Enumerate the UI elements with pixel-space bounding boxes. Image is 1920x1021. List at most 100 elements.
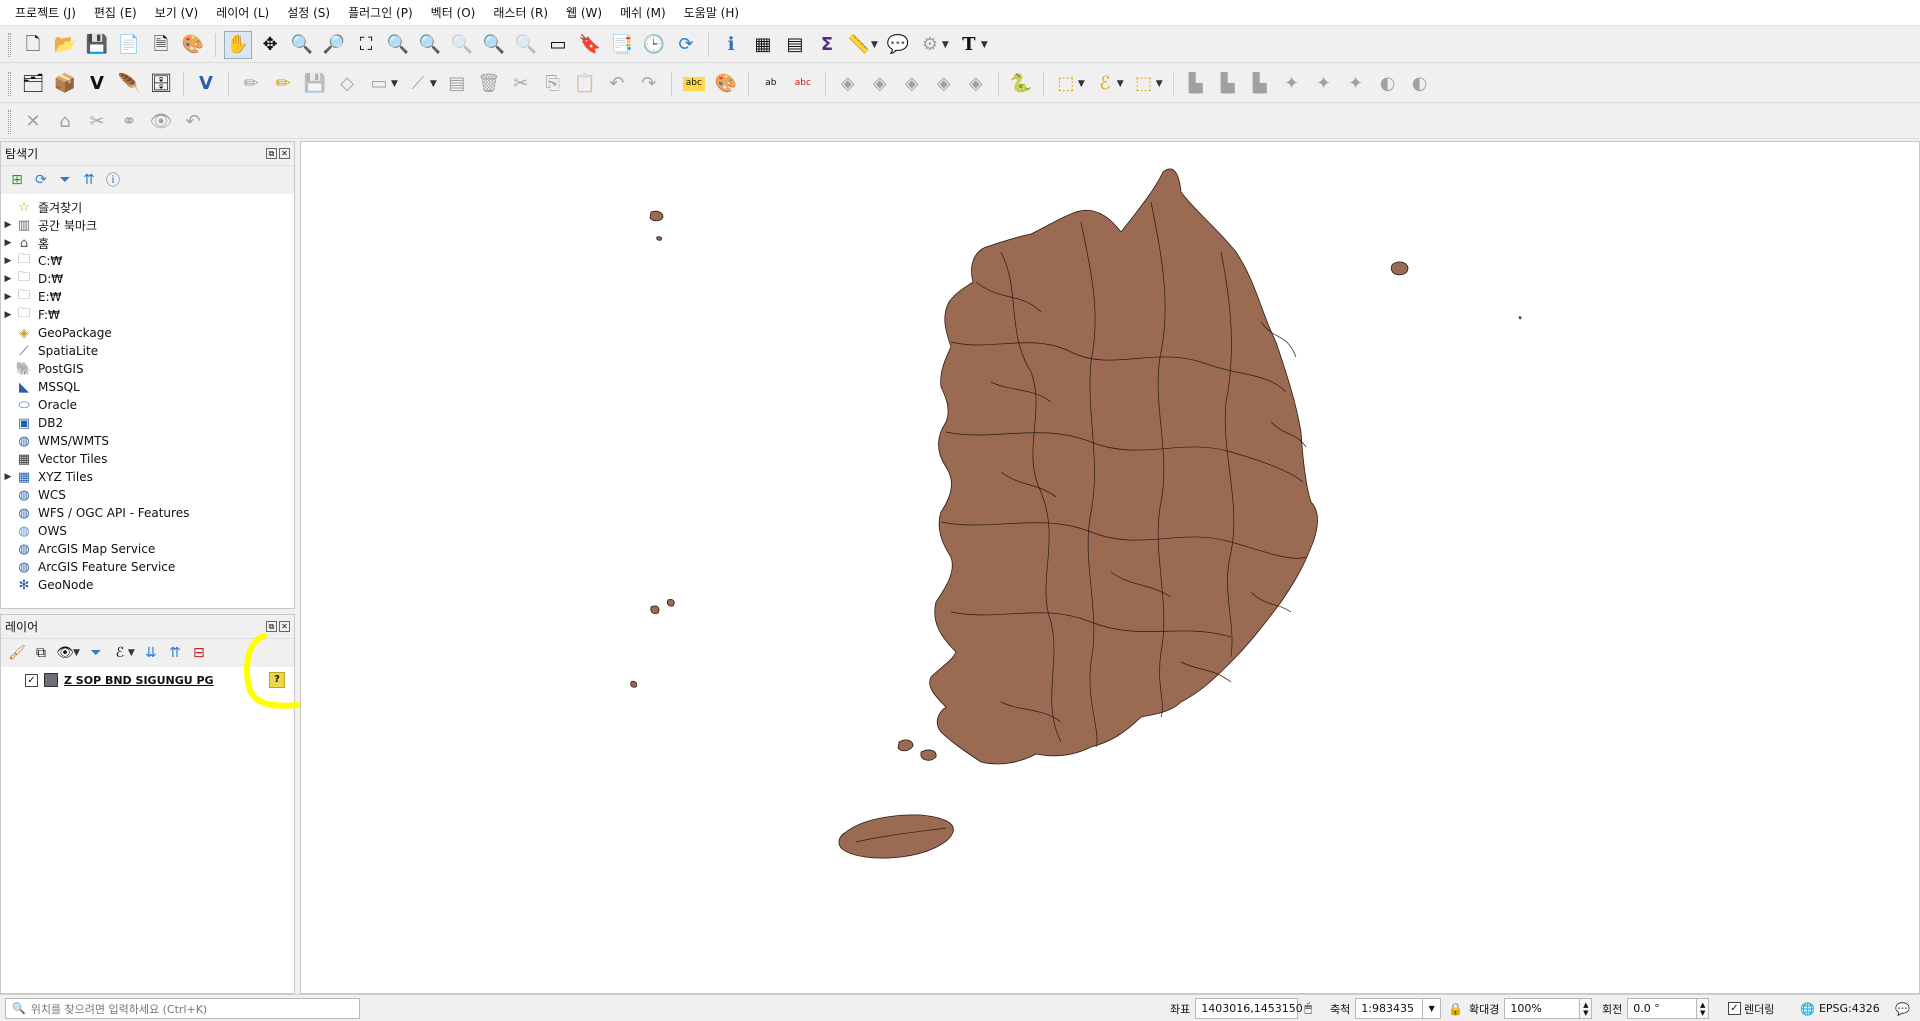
float-panel-icon[interactable]: ⧉ [266, 621, 277, 632]
filter-browser-icon[interactable]: ⏷ [53, 169, 77, 191]
expand-arrow-icon[interactable]: ▶ [1, 310, 15, 320]
filter-legend-icon[interactable]: ⏷ [84, 642, 108, 664]
expand-arrow-icon[interactable]: ▶ [1, 220, 15, 230]
refresh-icon[interactable]: ⟳ [672, 31, 700, 59]
select-by-expression-icon[interactable]: ℰ [1091, 70, 1119, 98]
cut-features-icon[interactable]: ✂ [507, 70, 535, 98]
browser-item[interactable]: ▦ Vector Tiles [1, 450, 294, 468]
zoom-out-icon[interactable]: 🔎 [320, 31, 348, 59]
new-temporary-layer-icon[interactable]: 🗄 [147, 70, 175, 98]
save-project-icon[interactable]: 💾 [83, 31, 111, 59]
new-geopackage-layer-icon[interactable]: 📦 [51, 70, 79, 98]
browser-item[interactable]: ⬭ Oracle [1, 396, 294, 414]
digitizing-tool-1-icon[interactable]: ▙ [1182, 70, 1210, 98]
map-tips-icon[interactable]: 💬 [884, 31, 912, 59]
browser-item[interactable]: ☆ 즐겨찾기 [1, 198, 294, 216]
add-selected-layers-icon[interactable]: ⊞ [5, 169, 29, 191]
digitizing-tool-6-icon[interactable]: ✦ [1342, 70, 1370, 98]
coordinate-field[interactable]: 1403016,1453150 [1195, 998, 1303, 1019]
layout-manager-icon[interactable]: 🗎 [147, 31, 175, 59]
locator-search-input[interactable]: 🔍 위치를 찾으려면 입력하세요 (Ctrl+K) [5, 998, 360, 1019]
digitizing-tool-2-icon[interactable]: ▙ [1214, 70, 1242, 98]
rotation-field[interactable]: 0.0 ° [1627, 998, 1698, 1019]
show-hide-labels-icon[interactable]: ◈ [930, 70, 958, 98]
zoom-to-layer-icon[interactable]: 🔍 [416, 31, 444, 59]
browser-item[interactable]: ◍ WMS/WMTS [1, 432, 294, 450]
expand-arrow-icon[interactable]: ▶ [1, 238, 15, 248]
measure-icon[interactable]: 📏 [845, 31, 873, 59]
float-panel-icon[interactable]: ⧉ [266, 148, 277, 159]
lock-scale-icon[interactable]: 🔒 [1448, 1002, 1463, 1016]
map-canvas[interactable] [300, 141, 1920, 994]
menu-item-2[interactable]: 보기 (V) [146, 4, 207, 21]
merge-features-icon[interactable]: ⚭ [115, 108, 143, 136]
text-annotation-icon[interactable]: T [955, 31, 983, 59]
rotate-label-icon[interactable]: ◈ [866, 70, 894, 98]
open-project-icon[interactable]: 📂 [51, 31, 79, 59]
new-spatialite-layer-icon[interactable]: 🪶 [115, 70, 143, 98]
browser-item[interactable]: ▶ 🗀 E:₩ [1, 288, 294, 306]
collapse-all-icon[interactable]: ⇈ [77, 169, 101, 191]
digitizing-tool-8-icon[interactable]: ◐ [1406, 70, 1434, 98]
browser-item[interactable]: ▶ 🗀 C:₩ [1, 252, 294, 270]
browser-item[interactable]: ◣ MSSQL [1, 378, 294, 396]
magnifier-field[interactable]: 100% [1504, 998, 1581, 1019]
label-toolbar-icon[interactable]: abc [682, 76, 705, 91]
zoom-in-icon[interactable]: 🔍 [288, 31, 316, 59]
browser-item[interactable]: ◍ ArcGIS Map Service [1, 540, 294, 558]
browser-item[interactable]: ▶ 🗀 F:₩ [1, 306, 294, 324]
attribute-table-icon[interactable]: ▦ [749, 31, 777, 59]
toolbar-grip[interactable] [8, 32, 11, 57]
redo-icon[interactable]: ↷ [635, 70, 663, 98]
browser-item[interactable]: ✻ GeoNode [1, 576, 294, 594]
menu-item-3[interactable]: 레이어 (L) [207, 4, 278, 21]
refresh-icon[interactable]: ⟳ [29, 169, 53, 191]
crs-globe-icon[interactable]: 🌐 [1800, 1002, 1815, 1016]
temporal-controller-icon[interactable]: 🕒 [640, 31, 668, 59]
browser-item[interactable]: ⟋ SpatiaLite [1, 342, 294, 360]
digitize-shape-icon[interactable]: ▭ [365, 70, 393, 98]
scale-dropdown-button[interactable]: ▼ [1423, 998, 1442, 1019]
crs-label[interactable]: EPSG:4326 [1819, 1002, 1880, 1015]
new-map-view-icon[interactable]: ▭ [544, 31, 572, 59]
zoom-to-selection-icon[interactable]: 🔍 [384, 31, 412, 59]
expand-all-icon[interactable]: ⇊ [139, 642, 163, 664]
style-manager-icon[interactable]: 🎨 [179, 31, 207, 59]
close-panel-icon[interactable]: ✕ [279, 148, 290, 159]
toggle-editing-icon[interactable]: ✏ [269, 70, 297, 98]
digitizing-tool-5-icon[interactable]: ✦ [1310, 70, 1338, 98]
browser-item[interactable]: 🐘 PostGIS [1, 360, 294, 378]
expand-arrow-icon[interactable]: ▶ [1, 292, 15, 302]
browser-item[interactable]: ◍ WCS [1, 486, 294, 504]
browser-item[interactable]: ▶ ▥ 공간 북마크 [1, 216, 294, 234]
enable-properties-icon[interactable]: ⓘ [101, 169, 125, 191]
toolbar-grip[interactable] [8, 109, 11, 134]
advanced-digitizing-icon[interactable]: ✕ [19, 108, 47, 136]
python-console-icon[interactable]: 🐍 [1007, 70, 1035, 98]
zoom-next-icon[interactable]: 🔍 [512, 31, 540, 59]
pin-labels-icon[interactable]: ab [757, 70, 785, 98]
expand-arrow-icon[interactable]: ▶ [1, 256, 15, 266]
expand-arrow-icon[interactable]: ▶ [1, 472, 15, 482]
select-features-icon[interactable]: ⬚ [1052, 70, 1080, 98]
scale-field[interactable]: 1:983435 [1355, 998, 1424, 1019]
toggle-extents-icon[interactable]: 🖱 [1304, 1001, 1312, 1016]
statistical-summary-icon[interactable]: Σ [813, 31, 841, 59]
browser-item[interactable]: ▣ DB2 [1, 414, 294, 432]
menu-item-8[interactable]: 웹 (W) [557, 4, 611, 21]
open-layer-styling-icon[interactable]: 🖌 [5, 642, 29, 664]
menu-item-5[interactable]: 플러그인 (P) [339, 4, 422, 21]
pan-to-selection-icon[interactable]: ✥ [256, 31, 284, 59]
browser-item[interactable]: ◈ GeoPackage [1, 324, 294, 342]
menu-item-9[interactable]: 메쉬 (M) [611, 4, 675, 21]
split-features-icon[interactable]: ✂ [83, 108, 111, 136]
layer-symbol-swatch[interactable] [44, 673, 58, 687]
browser-item[interactable]: ◍ WFS / OGC API - Features [1, 504, 294, 522]
show-hide-icon[interactable]: 👁 [147, 108, 175, 136]
browser-item[interactable]: ◍ ArcGIS Feature Service [1, 558, 294, 576]
reshape-icon[interactable]: ⌂ [51, 108, 79, 136]
new-bookmark-icon[interactable]: 🔖 [576, 31, 604, 59]
pan-map-icon[interactable]: ✋ [224, 30, 252, 59]
identify-features-icon[interactable]: ℹ [717, 31, 745, 59]
deselect-features-icon[interactable]: ⬚ [1130, 70, 1158, 98]
